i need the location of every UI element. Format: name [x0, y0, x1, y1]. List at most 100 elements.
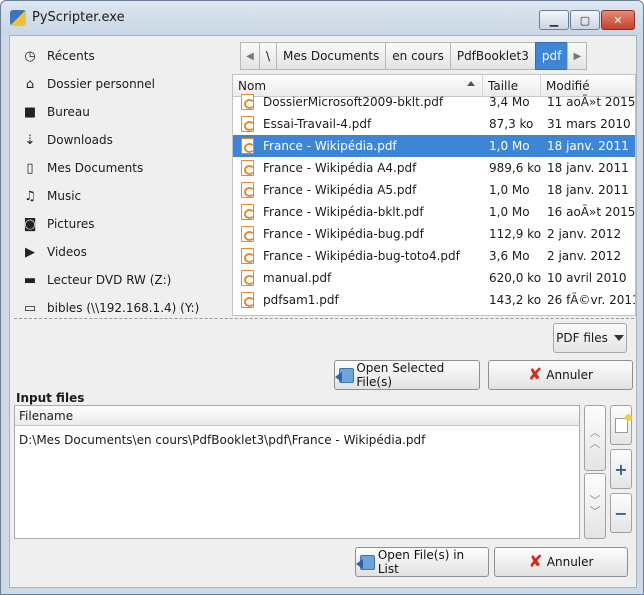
- file-size: 3,6 Mo: [489, 249, 530, 263]
- add-file-button[interactable]: +: [610, 449, 632, 489]
- title-bar[interactable]: PyScripter.exe ▁ ▢ ✕: [1, 1, 643, 35]
- file-modified: 2 janv. 2012: [547, 249, 622, 263]
- filename-column-header: Filename: [15, 406, 579, 426]
- music-icon: ♫: [24, 188, 36, 204]
- open-selected-button[interactable]: Open Selected File(s): [334, 360, 480, 390]
- file-name: France - Wikipédia-bug.pdf: [263, 227, 424, 241]
- file-name: France - Wikipédia-bklt.pdf: [263, 205, 424, 219]
- open-arrow-icon: [356, 554, 375, 570]
- download-icon: ⇣: [24, 132, 36, 148]
- remove-file-button[interactable]: −: [610, 493, 632, 533]
- place-music[interactable]: ♫ Music: [22, 184, 227, 208]
- chevron-down-icon: ﹀ ﹀: [589, 494, 601, 518]
- new-file-button[interactable]: [610, 405, 632, 445]
- place-desktop[interactable]: ■ Bureau: [22, 100, 227, 124]
- file-modified: 18 janv. 2011: [547, 161, 629, 175]
- place-documents[interactable]: ▯ Mes Documents: [22, 156, 227, 180]
- file-modified: 26 fÃ©vr. 2011: [547, 293, 636, 307]
- place-label: Downloads: [47, 133, 113, 147]
- video-icon: ▶: [25, 244, 35, 260]
- chevron-left-icon: ◀: [246, 50, 254, 62]
- file-row[interactable]: pdfsam1.pdf 143,2 ko 26 fÃ©vr. 2011: [233, 289, 635, 311]
- camera-icon: ◙: [23, 216, 37, 232]
- path-segment-mes-documents[interactable]: Mes Documents: [276, 42, 387, 70]
- pdf-file-icon: [241, 94, 255, 110]
- place-label: Music: [47, 189, 82, 203]
- file-row[interactable]: DossierMicrosoft2009-bklt.pdf 3,4 Mo 11 ao…: [233, 91, 635, 113]
- place-recents[interactable]: ◷ Récents: [22, 44, 227, 68]
- place-label: Mes Documents: [47, 161, 144, 175]
- path-bar: ◀ \ Mes Documents en cours PdfBooklet3 p…: [240, 42, 588, 70]
- close-button[interactable]: ✕: [601, 10, 635, 30]
- move-up-button[interactable]: ︿ ︿: [584, 405, 606, 471]
- place-label: Videos: [47, 245, 87, 259]
- file-modified: 18 janv. 2011: [547, 183, 629, 197]
- place-home[interactable]: ⌂ Dossier personnel: [22, 72, 227, 96]
- cancel-x-icon: ✘: [528, 364, 543, 385]
- file-size: 87,3 ko: [489, 117, 534, 131]
- input-file-row[interactable]: D:\Mes Documents\en cours\PdfBooklet3\pd…: [15, 429, 579, 451]
- file-size: 3,4 Mo: [489, 95, 530, 109]
- clock-icon: ◷: [24, 48, 36, 64]
- horizontal-scrollbar[interactable]: [233, 315, 636, 316]
- pane-divider[interactable]: [14, 318, 634, 319]
- cancel-list-button[interactable]: ✘ Annuler: [494, 547, 628, 577]
- home-icon: ⌂: [25, 76, 35, 92]
- path-root[interactable]: \: [259, 42, 278, 70]
- cancel-label: Annuler: [546, 368, 593, 382]
- minimize-icon: ▁: [549, 13, 559, 27]
- file-size: 143,2 ko: [489, 293, 542, 307]
- place-network-drive[interactable]: ▭ bibles (\\192.168.1.4) (Y:): [22, 296, 227, 316]
- open-in-list-button[interactable]: Open File(s) in List: [355, 547, 489, 577]
- path-scroll-right[interactable]: ▶: [567, 42, 588, 70]
- file-row[interactable]: France - Wikipédia.pdf 1,0 Mo 18 janv. 201…: [233, 135, 635, 157]
- file-row[interactable]: France - Wikipédia-bklt.pdf 1,0 Mo 16 aoÃ»…: [233, 201, 635, 223]
- path-segment-pdf[interactable]: pdf: [534, 42, 569, 70]
- document-icon: ▯: [26, 160, 34, 176]
- file-name: pdfsam1.pdf: [263, 293, 339, 307]
- new-document-icon: [614, 413, 632, 433]
- input-files-title: Input files: [16, 391, 85, 405]
- place-downloads[interactable]: ⇣ Downloads: [22, 128, 227, 152]
- file-modified: 31 mars 2010: [547, 117, 631, 131]
- maximize-icon: ▢: [579, 13, 591, 27]
- file-row[interactable]: France - Wikipédia-bug.pdf 112,9 ko 2 janv…: [233, 223, 635, 245]
- file-row[interactable]: Essai-Travail-4.pdf 87,3 ko 31 mars 2010: [233, 113, 635, 135]
- file-modified: 11 aoÃ»t 2015: [547, 95, 636, 109]
- file-modified: 10 avril 2010: [547, 271, 627, 285]
- place-pictures[interactable]: ◙ Pictures: [22, 212, 227, 236]
- dropdown-arrow-icon: [613, 335, 624, 341]
- file-name: France - Wikipédia.pdf: [263, 139, 397, 153]
- pdf-file-icon: [241, 182, 255, 198]
- open-selected-label: Open Selected File(s): [356, 361, 445, 389]
- place-videos[interactable]: ▶ Videos: [22, 240, 227, 264]
- python-app-icon: [10, 10, 26, 26]
- cancel-button[interactable]: ✘ Annuler: [488, 360, 633, 390]
- minimize-button[interactable]: ▁: [539, 10, 569, 30]
- file-row[interactable]: France - Wikipédia-bug-toto4.pdf 3,6 Mo 2 …: [233, 245, 635, 267]
- minus-icon: −: [614, 503, 628, 523]
- file-row[interactable]: France - Wikipédia A4.pdf 989,6 ko 18 janv…: [233, 157, 635, 179]
- file-size: 1,0 Mo: [489, 139, 530, 153]
- file-type-filter[interactable]: PDF files: [553, 323, 627, 353]
- place-label: Récents: [47, 49, 95, 63]
- cancel-list-label: Annuler: [546, 555, 594, 569]
- dialog-client: ◷ Récents ⌂ Dossier personnel ■ Bureau ⇣ Dow…: [9, 35, 637, 588]
- move-down-button[interactable]: ﹀ ﹀: [584, 473, 606, 539]
- places-sidebar: ◷ Récents ⌂ Dossier personnel ■ Bureau ⇣ Dow…: [12, 38, 230, 316]
- file-row[interactable]: France - Wikipédia A5.pdf 1,0 Mo 18 janv. …: [233, 179, 635, 201]
- path-scroll-left[interactable]: ◀: [240, 42, 260, 70]
- file-list[interactable]: Nom Taille Modifié DossierMicrosoft2009-…: [232, 74, 636, 316]
- file-size: 112,9 ko: [489, 227, 542, 241]
- place-label: bibles (\\192.168.1.4) (Y:): [47, 301, 200, 315]
- path-segment-en-cours[interactable]: en cours: [385, 42, 451, 70]
- place-dvd-drive[interactable]: ▬ Lecteur DVD RW (Z:): [22, 268, 227, 292]
- filter-value: PDF files: [556, 331, 608, 345]
- cancel-x-icon: ✘: [528, 551, 543, 572]
- path-segment-pdfbooklet3[interactable]: PdfBooklet3: [449, 42, 536, 70]
- input-files-grid[interactable]: Filename D:\Mes Documents\en cours\PdfBo…: [14, 405, 580, 539]
- place-label: Bureau: [47, 105, 90, 119]
- maximize-button[interactable]: ▢: [570, 10, 600, 30]
- file-row[interactable]: manual.pdf 620,0 ko 10 avril 2010: [233, 267, 635, 289]
- pdf-file-icon: [241, 138, 255, 154]
